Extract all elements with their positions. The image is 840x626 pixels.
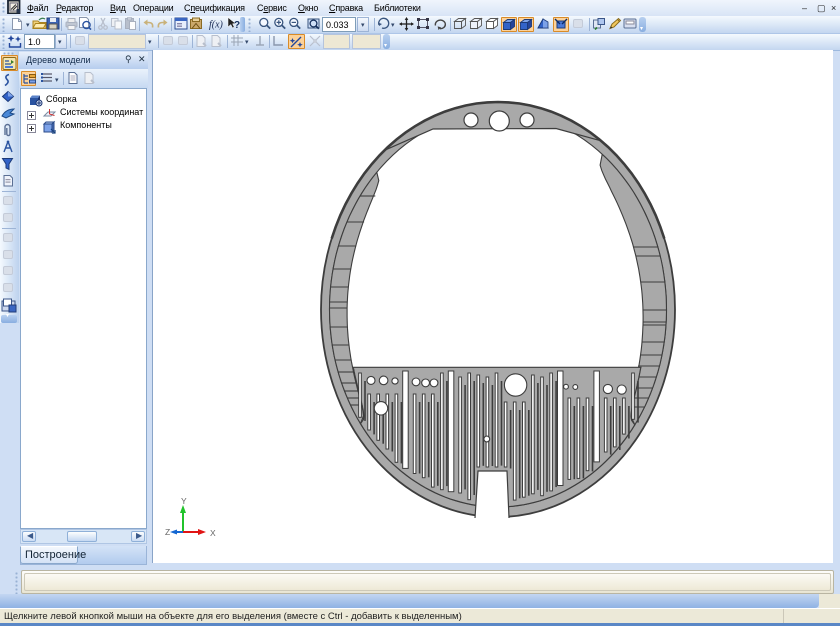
svg-text:Y: Y bbox=[181, 496, 187, 506]
svg-text:Z: Z bbox=[165, 527, 170, 537]
svg-text:X: X bbox=[210, 528, 216, 538]
svg-text:f(x): f(x) bbox=[209, 20, 224, 31]
